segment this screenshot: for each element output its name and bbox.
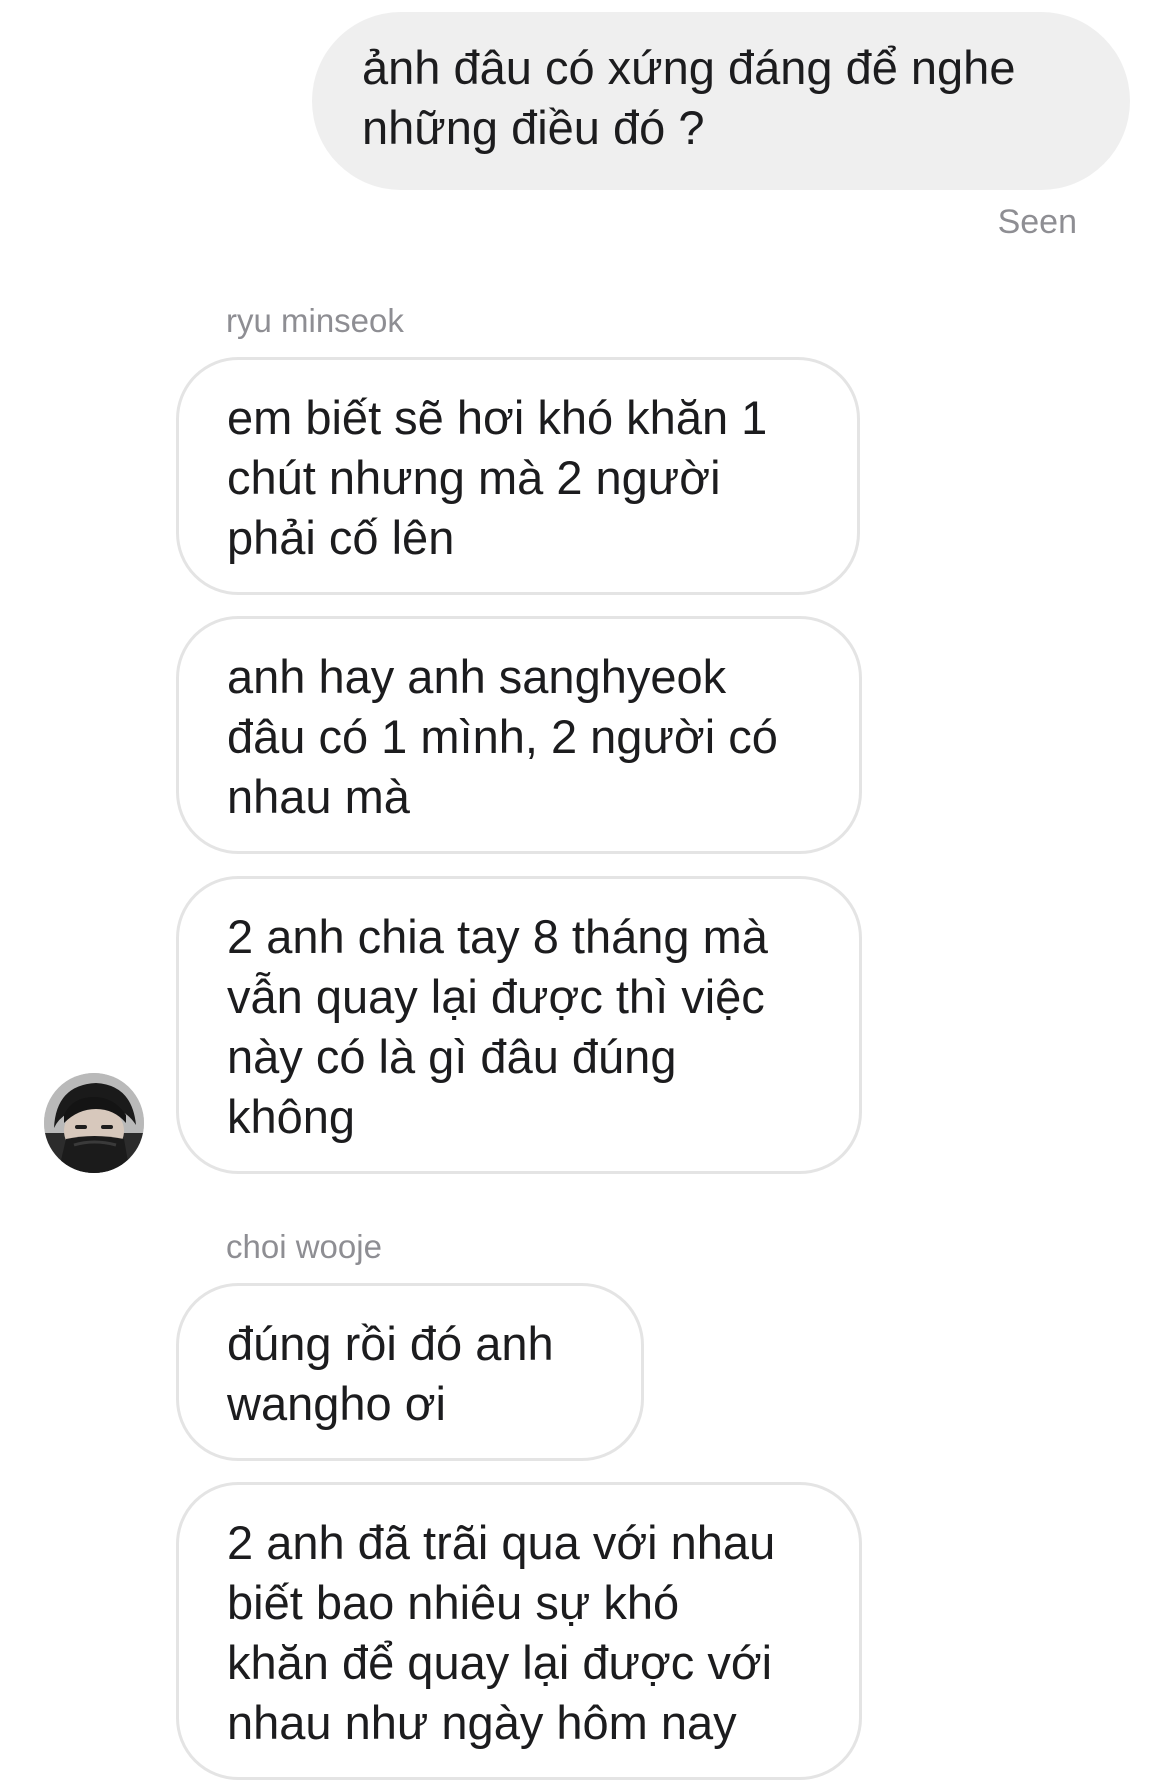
- chat-thread: ảnh đâu có xứng đáng để nghe những điều …: [0, 0, 1170, 1786]
- incoming-message-bubble[interactable]: 2 anh chia tay 8 tháng mà vẫn quay lại đ…: [176, 876, 862, 1174]
- incoming-message-bubble[interactable]: em biết sẽ hơi khó khăn 1 chút nhưng mà …: [176, 357, 860, 595]
- incoming-message-bubble[interactable]: đúng rồi đó anh wangho ơi: [176, 1283, 644, 1461]
- sender-name-choi-wooje: choi wooje: [226, 1228, 382, 1265]
- outgoing-message-bubble[interactable]: ảnh đâu có xứng đáng để nghe những điều …: [312, 12, 1130, 190]
- incoming-message-bubble[interactable]: anh hay anh sanghyeok đâu có 1 mình, 2 n…: [176, 616, 862, 854]
- incoming-message-bubble[interactable]: 2 anh đã trãi qua với nhau biết bao nhiê…: [176, 1482, 862, 1780]
- sender-avatar[interactable]: [44, 1073, 144, 1173]
- seen-status: Seen: [997, 203, 1077, 241]
- sender-name-ryu-minseok: ryu minseok: [226, 302, 404, 339]
- user-avatar-photo-icon: [44, 1073, 144, 1173]
